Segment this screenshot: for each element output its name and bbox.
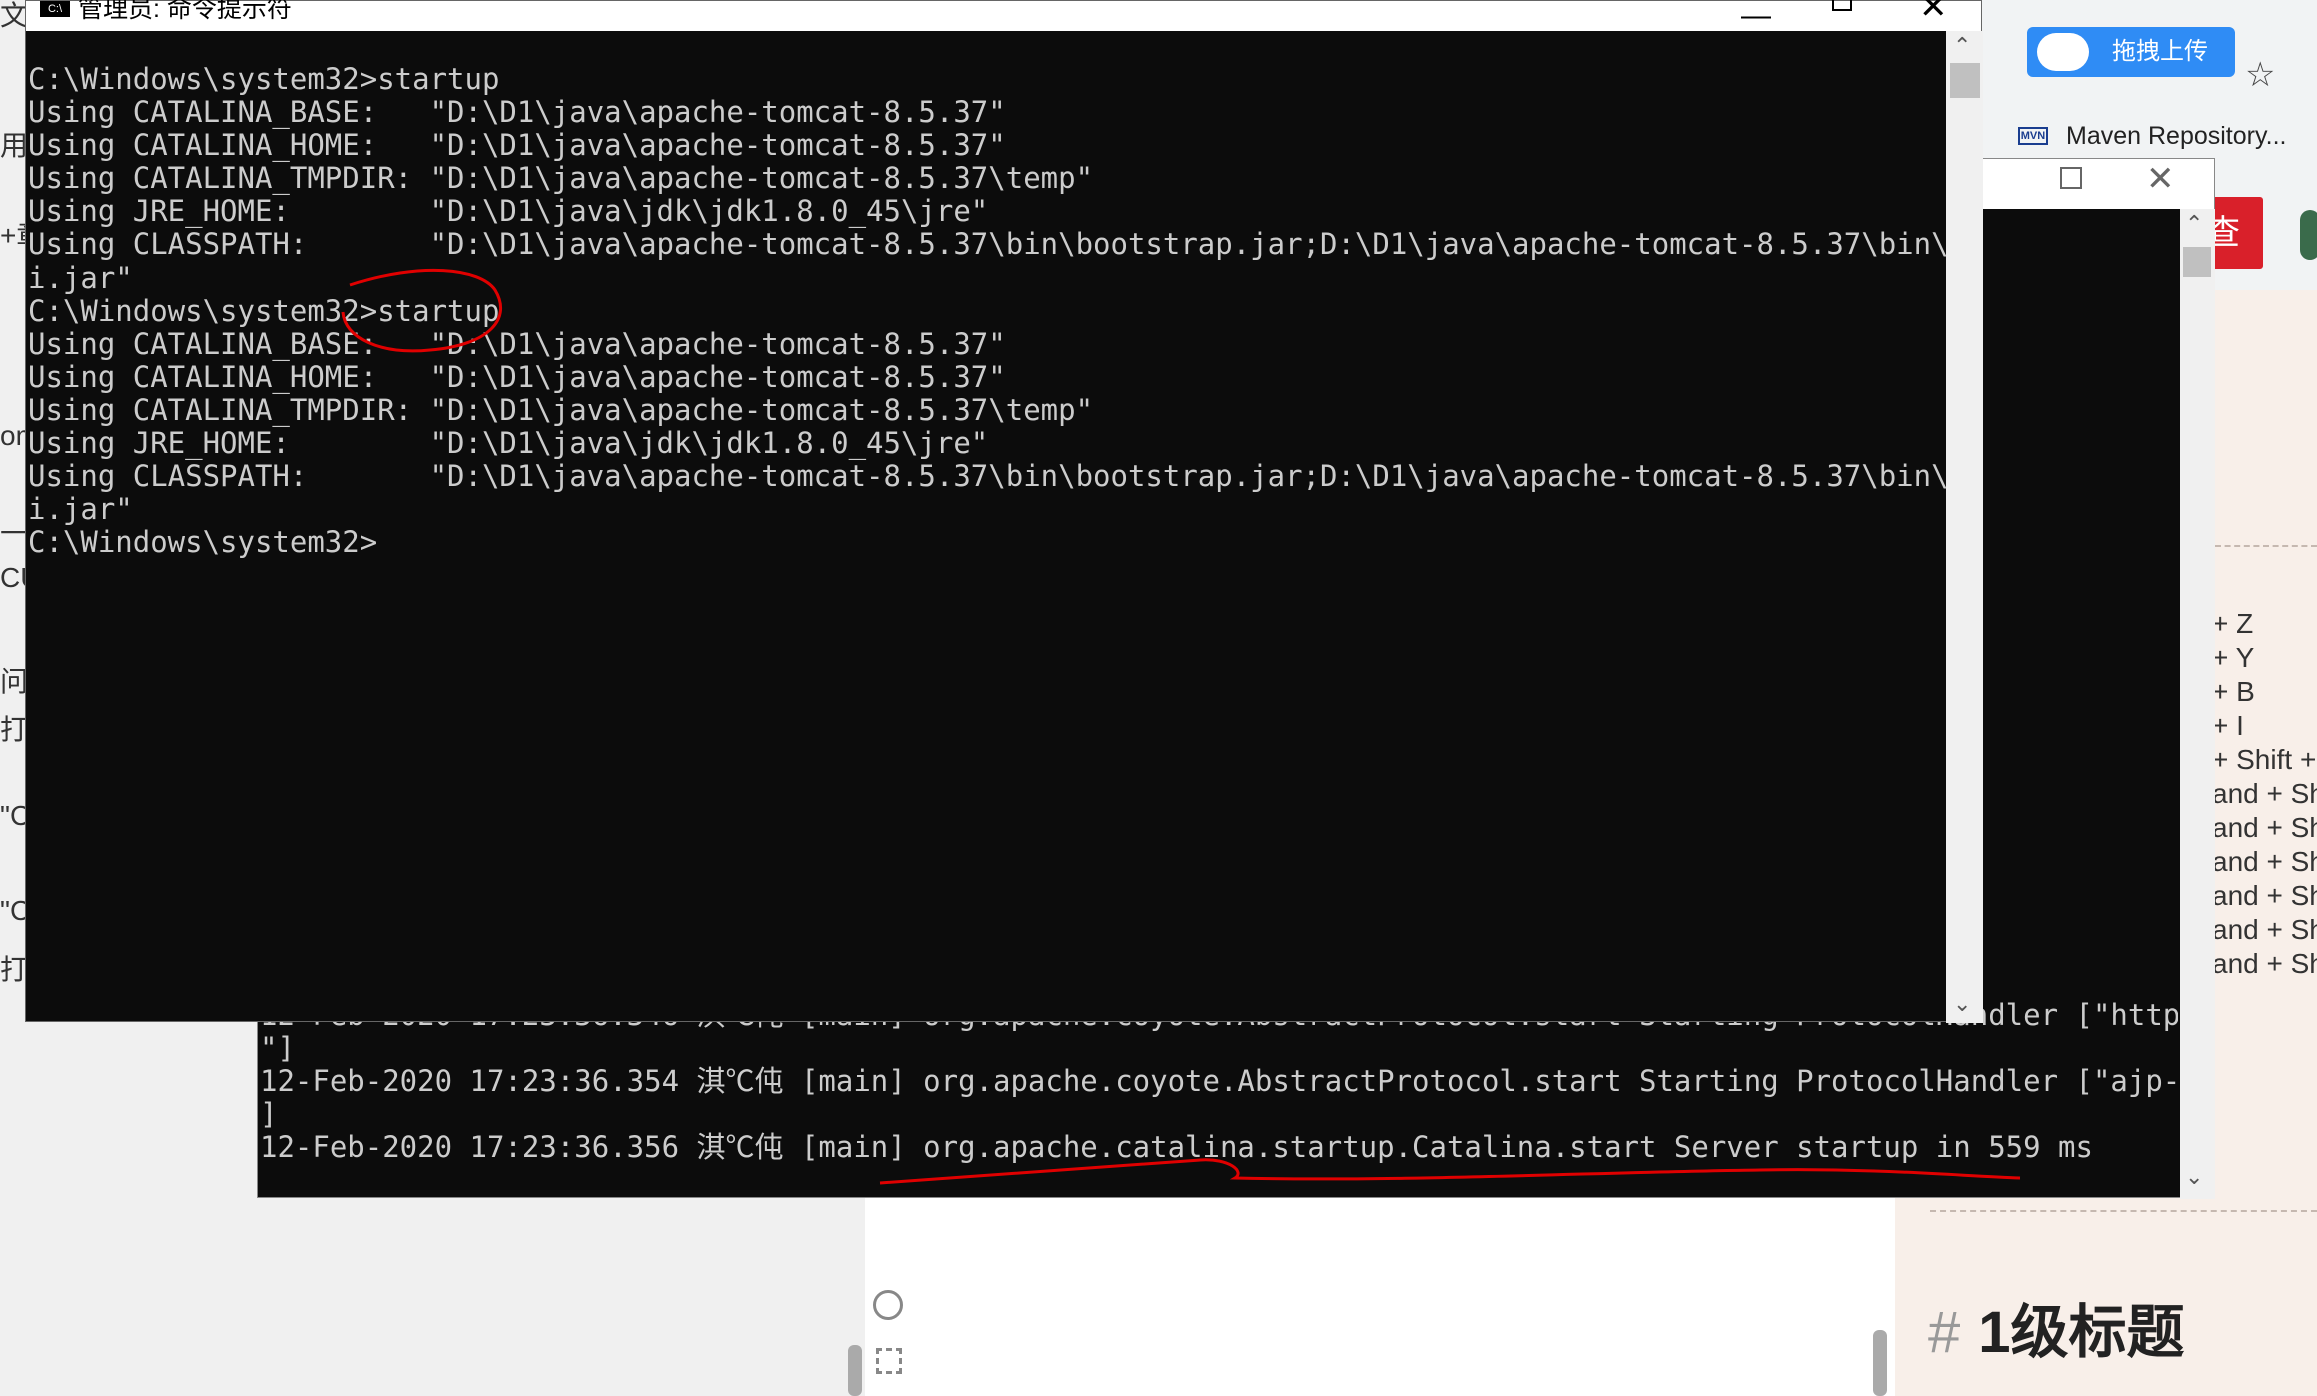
upload-button[interactable]: 拖拽上传 [2027,27,2235,77]
chevron-up-icon[interactable]: ⌃ [2185,211,2203,237]
editor-scrollbar[interactable] [848,1345,862,1396]
shortcut-item: and + Sh [2212,914,2317,945]
star-bookmark-icon[interactable]: ☆ [2245,55,2275,95]
page-text-fragment: 文 [0,0,29,31]
console-line: C:\Windows\system32> [28,525,378,560]
shortcut-item: and + Sh [2212,880,2317,911]
baidu-cloud-icon [2037,33,2089,71]
chevron-down-icon[interactable]: ⌄ [2185,1164,2203,1190]
window-title: 管理员: 命令提示符 [78,0,292,23]
console-window-cmd[interactable]: C:\ 管理员: 命令提示符 — ✕ C:\Windows\system32>s… [25,0,1983,1023]
divider [2215,545,2317,547]
console-line: Using CATALINA_BASE: "D:\D1\java\apache-… [28,326,1006,361]
chevron-up-icon[interactable]: ⌃ [1953,33,1971,59]
upload-button-label: 拖拽上传 [2112,38,2208,65]
scrollbar[interactable] [2180,209,2215,1199]
scrollbar-thumb[interactable] [2183,247,2211,277]
page-text-fragment: 用 [0,130,29,161]
console-line: i.jar" [28,492,133,527]
minimize-icon[interactable]: — [1741,0,1771,33]
console-line: 12-Feb-2020 17:23:36.356 淇℃伅 [main] org.… [260,1130,2093,1164]
console-line: ] [260,1097,278,1131]
console-line: "] [260,1031,295,1065]
console-line: Using CLASSPATH: "D:\D1\java\apache-tomc… [28,459,1946,494]
console-line: Using CATALINA_BASE: "D:\D1\java\apache-… [28,95,1006,130]
shortcut-item: + Shift + [2212,744,2317,775]
editor-content-area[interactable] [865,1190,1895,1396]
cmd-icon: C:\ [40,1,70,17]
fullscreen-icon[interactable] [876,1348,902,1374]
avatar[interactable] [2300,210,2317,260]
bookmark-maven[interactable]: Maven Repository... [2066,122,2286,151]
console-line: C:\Windows\system32>startup [28,293,500,328]
shortcut-item: and + Sh [2212,948,2317,979]
locate-icon[interactable] [873,1290,903,1320]
console-line: Using CATALINA_HOME: "D:\D1\java\apache-… [28,359,1006,394]
maven-logo-icon: MVN [2018,127,2048,145]
close-icon[interactable]: ✕ [1919,0,1948,27]
console-line: Using CATALINA_TMPDIR: "D:\D1\java\apach… [28,392,1094,427]
heading-text: 1级标题 [1978,1300,2185,1365]
console-line: Using JRE_HOME: "D:\D1\java\jdk\jdk1.8.0… [28,194,989,229]
maximize-icon[interactable] [1832,0,1852,11]
divider [1930,1210,2317,1212]
console-line: C:\Windows\system32>startup [28,63,500,96]
shortcut-item: + Z [2212,608,2254,639]
shortcut-item: + Y [2212,642,2255,673]
preview-scrollbar[interactable] [1873,1330,1887,1396]
maximize-icon[interactable] [2060,167,2082,189]
console-line: Using CLASSPATH: "D:\D1\java\apache-tomc… [28,227,1946,262]
page-text-fragment: 打 [0,714,29,745]
console-output[interactable]: C:\Windows\system32>startup Using CATALIN… [28,63,1946,1013]
scrollbar[interactable] [1946,31,1983,1023]
preview-heading: #1级标题 [1928,1285,2185,1369]
console-line: Using CATALINA_TMPDIR: "D:\D1\java\apach… [28,161,1094,196]
console-line: i.jar" [28,260,133,295]
chevron-down-icon[interactable]: ⌄ [1953,991,1971,1017]
shortcut-item: and + Sh [2212,812,2317,843]
scrollbar-thumb[interactable] [1950,63,1980,98]
shortcut-item: + B [2212,676,2255,707]
shortcut-item: + I [2212,710,2244,741]
console-line: Using JRE_HOME: "D:\D1\java\jdk\jdk1.8.0… [28,426,989,461]
console-line: 12-Feb-2020 17:23:36.354 淇℃伅 [main] org.… [260,1064,2178,1098]
shortcut-item: and + Sh [2212,778,2317,809]
console-line: Using CATALINA_HOME: "D:\D1\java\apache-… [28,128,1006,163]
heading-hash: # [1928,1300,1961,1365]
shortcut-item: and + Sh [2212,846,2317,877]
window-titlebar[interactable]: C:\ 管理员: 命令提示符 — ✕ [26,0,1981,33]
close-icon[interactable]: ✕ [2146,159,2175,199]
